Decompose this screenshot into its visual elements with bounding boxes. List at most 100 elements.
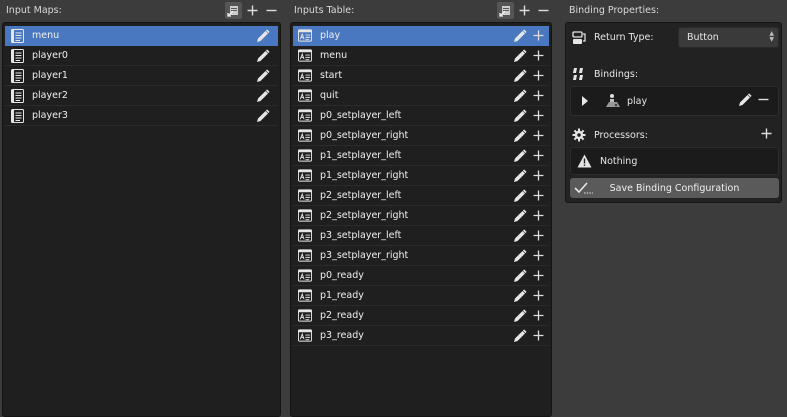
pencil-icon <box>514 308 527 322</box>
edit-button[interactable] <box>511 247 529 265</box>
add-binding-button[interactable] <box>529 287 547 305</box>
import-input-button[interactable] <box>497 1 514 19</box>
edit-button[interactable] <box>254 67 272 85</box>
pencil-icon <box>514 328 527 342</box>
list-item[interactable]: player3 <box>5 106 278 126</box>
edit-button[interactable] <box>254 27 272 45</box>
add-binding-button[interactable] <box>529 307 547 325</box>
list-item[interactable]: menu <box>5 26 278 46</box>
binding-row[interactable]: play <box>571 91 778 111</box>
add-binding-button[interactable] <box>529 47 547 65</box>
list-item[interactable]: menu <box>293 46 549 66</box>
edit-button[interactable] <box>254 107 272 125</box>
pencil-icon <box>514 168 527 182</box>
edit-button[interactable] <box>511 227 529 245</box>
add-processor-button[interactable] <box>761 128 775 142</box>
edit-button[interactable] <box>254 47 272 65</box>
edit-button[interactable] <box>511 287 529 305</box>
remove-input-button[interactable] <box>535 2 552 19</box>
return-type-label: Return Type: <box>594 32 654 43</box>
list-item-label: play <box>320 30 341 41</box>
add-binding-button[interactable] <box>529 167 547 185</box>
list-item[interactable]: start <box>293 66 549 86</box>
expand-arrow-icon[interactable] <box>581 96 589 106</box>
bindings-label: Bindings: <box>594 68 639 80</box>
list-item[interactable]: play <box>293 26 549 46</box>
add-binding-button[interactable] <box>529 27 547 45</box>
add-binding-button[interactable] <box>529 207 547 225</box>
inputs-table-list: play menu start quit p0_setplayer_left p0_set… <box>290 22 552 417</box>
list-item-label: p3_ready <box>320 330 364 341</box>
save-binding-configuration-button[interactable]: Save Binding Configuration <box>570 178 779 198</box>
plus-icon <box>533 30 543 41</box>
add-binding-button[interactable] <box>529 87 547 105</box>
input-action-icon <box>298 189 312 203</box>
edit-button[interactable] <box>511 127 529 145</box>
list-item[interactable]: player0 <box>5 46 278 66</box>
remove-binding-button[interactable] <box>758 94 772 108</box>
edit-button[interactable] <box>511 267 529 285</box>
binding-item-label: play <box>627 95 648 107</box>
edit-button[interactable] <box>254 87 272 105</box>
add-binding-button[interactable] <box>529 107 547 125</box>
plus-icon <box>533 130 543 141</box>
pencil-icon <box>257 48 270 62</box>
list-item[interactable]: p0_setplayer_right <box>293 126 549 146</box>
input-action-icon <box>298 109 312 123</box>
add-binding-button[interactable] <box>529 187 547 205</box>
plus-icon <box>533 310 543 321</box>
edit-binding-button[interactable] <box>738 93 754 109</box>
pencil-icon <box>514 148 527 162</box>
list-item[interactable]: p1_ready <box>293 286 549 306</box>
list-item[interactable]: quit <box>293 86 549 106</box>
add-map-button[interactable] <box>244 2 261 19</box>
inputs-table-title: Inputs Table: <box>294 4 355 16</box>
pencil-icon <box>514 188 527 202</box>
list-item[interactable]: p3_ready <box>293 326 549 346</box>
list-item[interactable]: p1_setplayer_right <box>293 166 549 186</box>
edit-button[interactable] <box>511 107 529 125</box>
add-binding-button[interactable] <box>529 67 547 85</box>
list-item[interactable]: p3_setplayer_left <box>293 226 549 246</box>
gear-icon <box>572 128 586 142</box>
list-item[interactable]: p2_setplayer_right <box>293 206 549 226</box>
add-binding-button[interactable] <box>529 127 547 145</box>
add-binding-button[interactable] <box>529 267 547 285</box>
list-item[interactable]: p3_setplayer_right <box>293 246 549 266</box>
list-item-label: player3 <box>32 110 68 121</box>
list-item[interactable]: p1_setplayer_left <box>293 146 549 166</box>
edit-button[interactable] <box>511 87 529 105</box>
list-item[interactable]: player1 <box>5 66 278 86</box>
list-item-label: p0_setplayer_left <box>320 110 402 121</box>
list-item[interactable]: p0_ready <box>293 266 549 286</box>
edit-button[interactable] <box>511 307 529 325</box>
edit-button[interactable] <box>511 327 529 345</box>
add-binding-button[interactable] <box>529 327 547 345</box>
input-maps-header: Input Maps: <box>2 0 282 20</box>
plus-icon <box>533 230 543 241</box>
list-item-label: p2_setplayer_left <box>320 190 402 201</box>
input-action-icon <box>298 229 312 243</box>
edit-button[interactable] <box>511 67 529 85</box>
return-type-select[interactable]: Button ▲ ▼ <box>678 27 779 48</box>
edit-button[interactable] <box>511 207 529 225</box>
list-item-label: p3_setplayer_right <box>320 250 409 261</box>
add-binding-button[interactable] <box>529 147 547 165</box>
list-item[interactable]: p2_ready <box>293 306 549 326</box>
processors-list: Nothing <box>570 147 779 175</box>
import-map-button[interactable] <box>225 1 242 19</box>
input-action-icon <box>298 169 312 183</box>
add-input-button[interactable] <box>516 2 533 19</box>
edit-button[interactable] <box>511 47 529 65</box>
remove-map-button[interactable] <box>263 2 280 19</box>
edit-button[interactable] <box>511 167 529 185</box>
list-item[interactable]: p2_setplayer_left <box>293 186 549 206</box>
edit-button[interactable] <box>511 27 529 45</box>
add-binding-button[interactable] <box>529 247 547 265</box>
add-binding-button[interactable] <box>529 227 547 245</box>
list-item[interactable]: p0_setplayer_left <box>293 106 549 126</box>
edit-button[interactable] <box>511 147 529 165</box>
edit-button[interactable] <box>511 187 529 205</box>
pencil-icon <box>514 208 527 222</box>
list-item[interactable]: player2 <box>5 86 278 106</box>
